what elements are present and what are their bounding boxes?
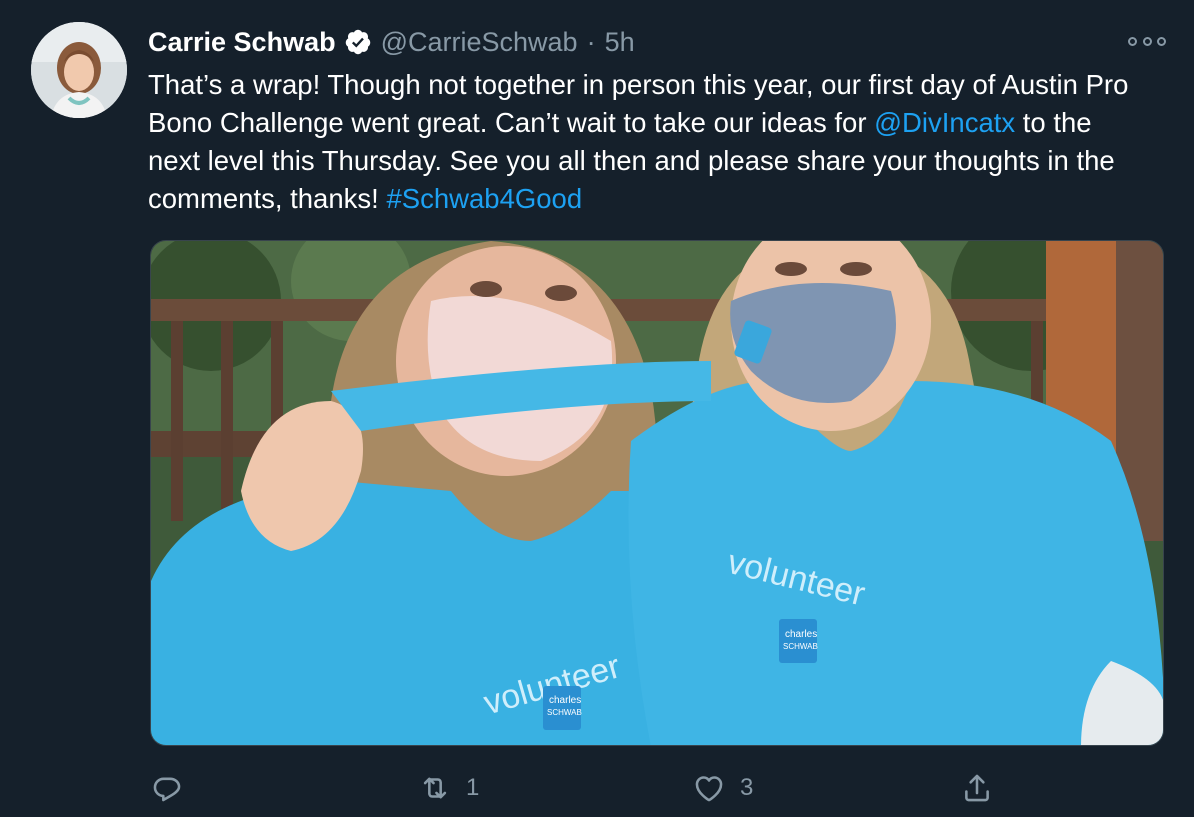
share-icon (965, 774, 989, 802)
retweet-count: 1 (466, 774, 480, 801)
avatar-image (31, 22, 127, 118)
tweet-timestamp[interactable]: 5h (605, 27, 635, 58)
separator-dot: · (586, 26, 596, 57)
author-avatar[interactable] (31, 22, 127, 118)
share-button[interactable] (960, 765, 994, 811)
more-dot (1157, 36, 1166, 46)
mention-link[interactable]: @DivIncatx (874, 107, 1015, 138)
tweet-actions: 1 3 (150, 765, 1010, 811)
more-dot (1142, 36, 1152, 46)
heart-icon (695, 776, 723, 802)
retweet-button[interactable]: 1 (418, 765, 479, 811)
author-name[interactable]: Carrie Schwab (148, 27, 336, 58)
author-handle[interactable]: @CarrieSchwab (381, 27, 578, 58)
more-dot (1128, 36, 1137, 46)
reply-icon (153, 777, 181, 802)
retweet-icon (423, 777, 447, 799)
more-icon[interactable] (1128, 34, 1166, 48)
photo-illustration: volunteer charles SCHWAB volunteer charl… (151, 241, 1163, 745)
verified-badge-icon (345, 29, 370, 55)
tweet-text: That’s a wrap! Though not together in pe… (148, 66, 1148, 218)
logo-text-left-1: charles (549, 695, 581, 706)
logo-text-right-1: charles (785, 629, 817, 640)
reply-button[interactable] (150, 765, 198, 811)
logo-text-left-2: SCHWAB (547, 708, 582, 717)
hashtag-link[interactable]: #Schwab4Good (386, 183, 582, 214)
like-button[interactable]: 3 (692, 765, 753, 811)
like-count: 3 (740, 774, 754, 801)
tweet-photo[interactable]: volunteer charles SCHWAB volunteer charl… (150, 240, 1164, 746)
tweet-header: Carrie Schwab @CarrieSchwab · 5h (148, 22, 635, 62)
logo-text-right-2: SCHWAB (783, 642, 818, 651)
